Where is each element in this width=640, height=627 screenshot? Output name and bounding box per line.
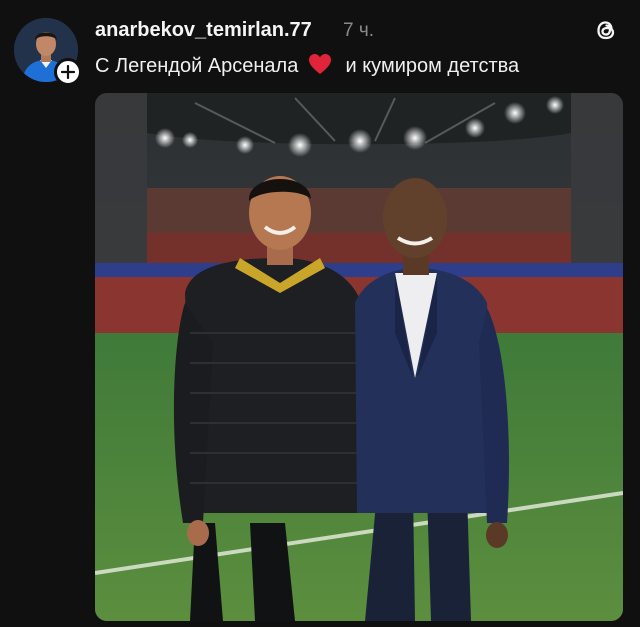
avatar-container[interactable] xyxy=(14,18,82,88)
post-username[interactable]: anarbekov_temirlan.77 xyxy=(95,19,312,42)
caption-text-1: С Легендой Арсенала xyxy=(95,55,299,77)
follow-button[interactable] xyxy=(54,58,82,86)
post-timestamp: 7 ч. xyxy=(343,20,375,41)
plus-icon xyxy=(61,65,75,79)
red-heart-icon xyxy=(308,53,332,81)
threads-logo-icon[interactable] xyxy=(592,16,620,44)
post-caption: С Легендой Арсенала и кумиром детства xyxy=(95,53,519,81)
caption-text-2: и кумиром детства xyxy=(345,55,520,77)
post-photo[interactable] xyxy=(95,93,623,621)
